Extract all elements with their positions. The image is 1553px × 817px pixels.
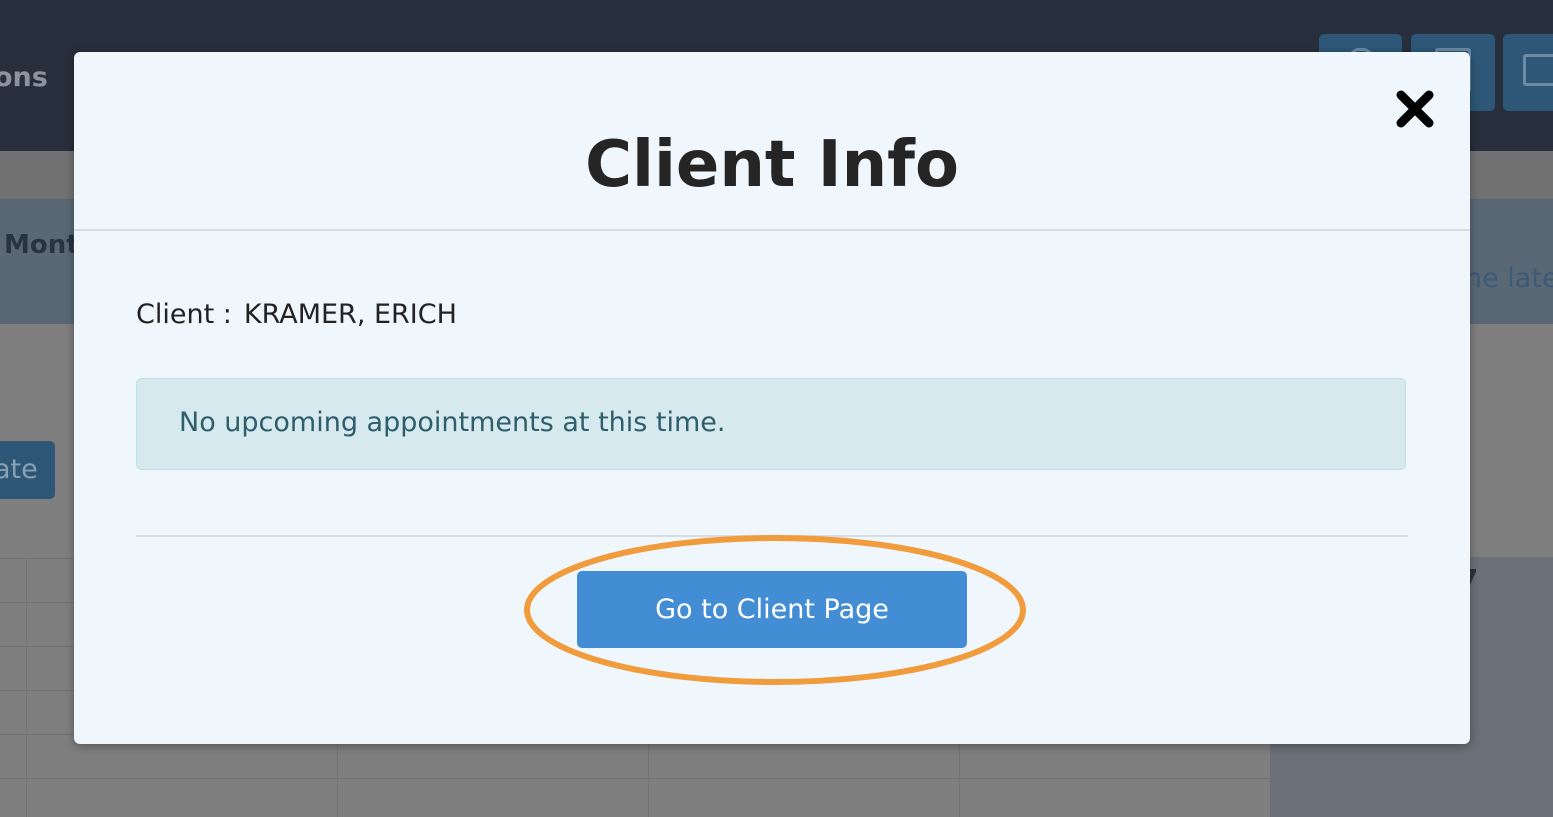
card-icon [1523, 54, 1553, 86]
nav-item-fragment: ons [0, 62, 48, 93]
client-name: KRAMER, ERICH [243, 299, 457, 330]
modal-header: Client Info [74, 52, 1470, 231]
appointments-alert: No upcoming appointments at this time. [136, 378, 1406, 470]
client-info-modal: Client Info Client : KRAMER, ERICH No upc… [74, 52, 1470, 744]
month-view-label[interactable]: Mont [4, 230, 79, 260]
background-link[interactable]: ne late [1465, 263, 1553, 294]
close-icon[interactable] [1392, 86, 1438, 132]
toolbar-button-card[interactable] [1503, 34, 1553, 111]
grid-line [0, 778, 1270, 779]
background-button-label: ate [0, 454, 38, 485]
grid-line [26, 558, 27, 817]
go-to-client-page-button[interactable]: Go to Client Page [577, 571, 967, 648]
footer-divider [136, 535, 1408, 537]
modal-title: Client Info [585, 128, 959, 202]
client-label: Client : [136, 299, 232, 330]
client-name-line: Client : KRAMER, ERICH [136, 299, 457, 330]
close-x-icon [1396, 90, 1434, 128]
alert-text: No upcoming appointments at this time. [179, 407, 726, 438]
